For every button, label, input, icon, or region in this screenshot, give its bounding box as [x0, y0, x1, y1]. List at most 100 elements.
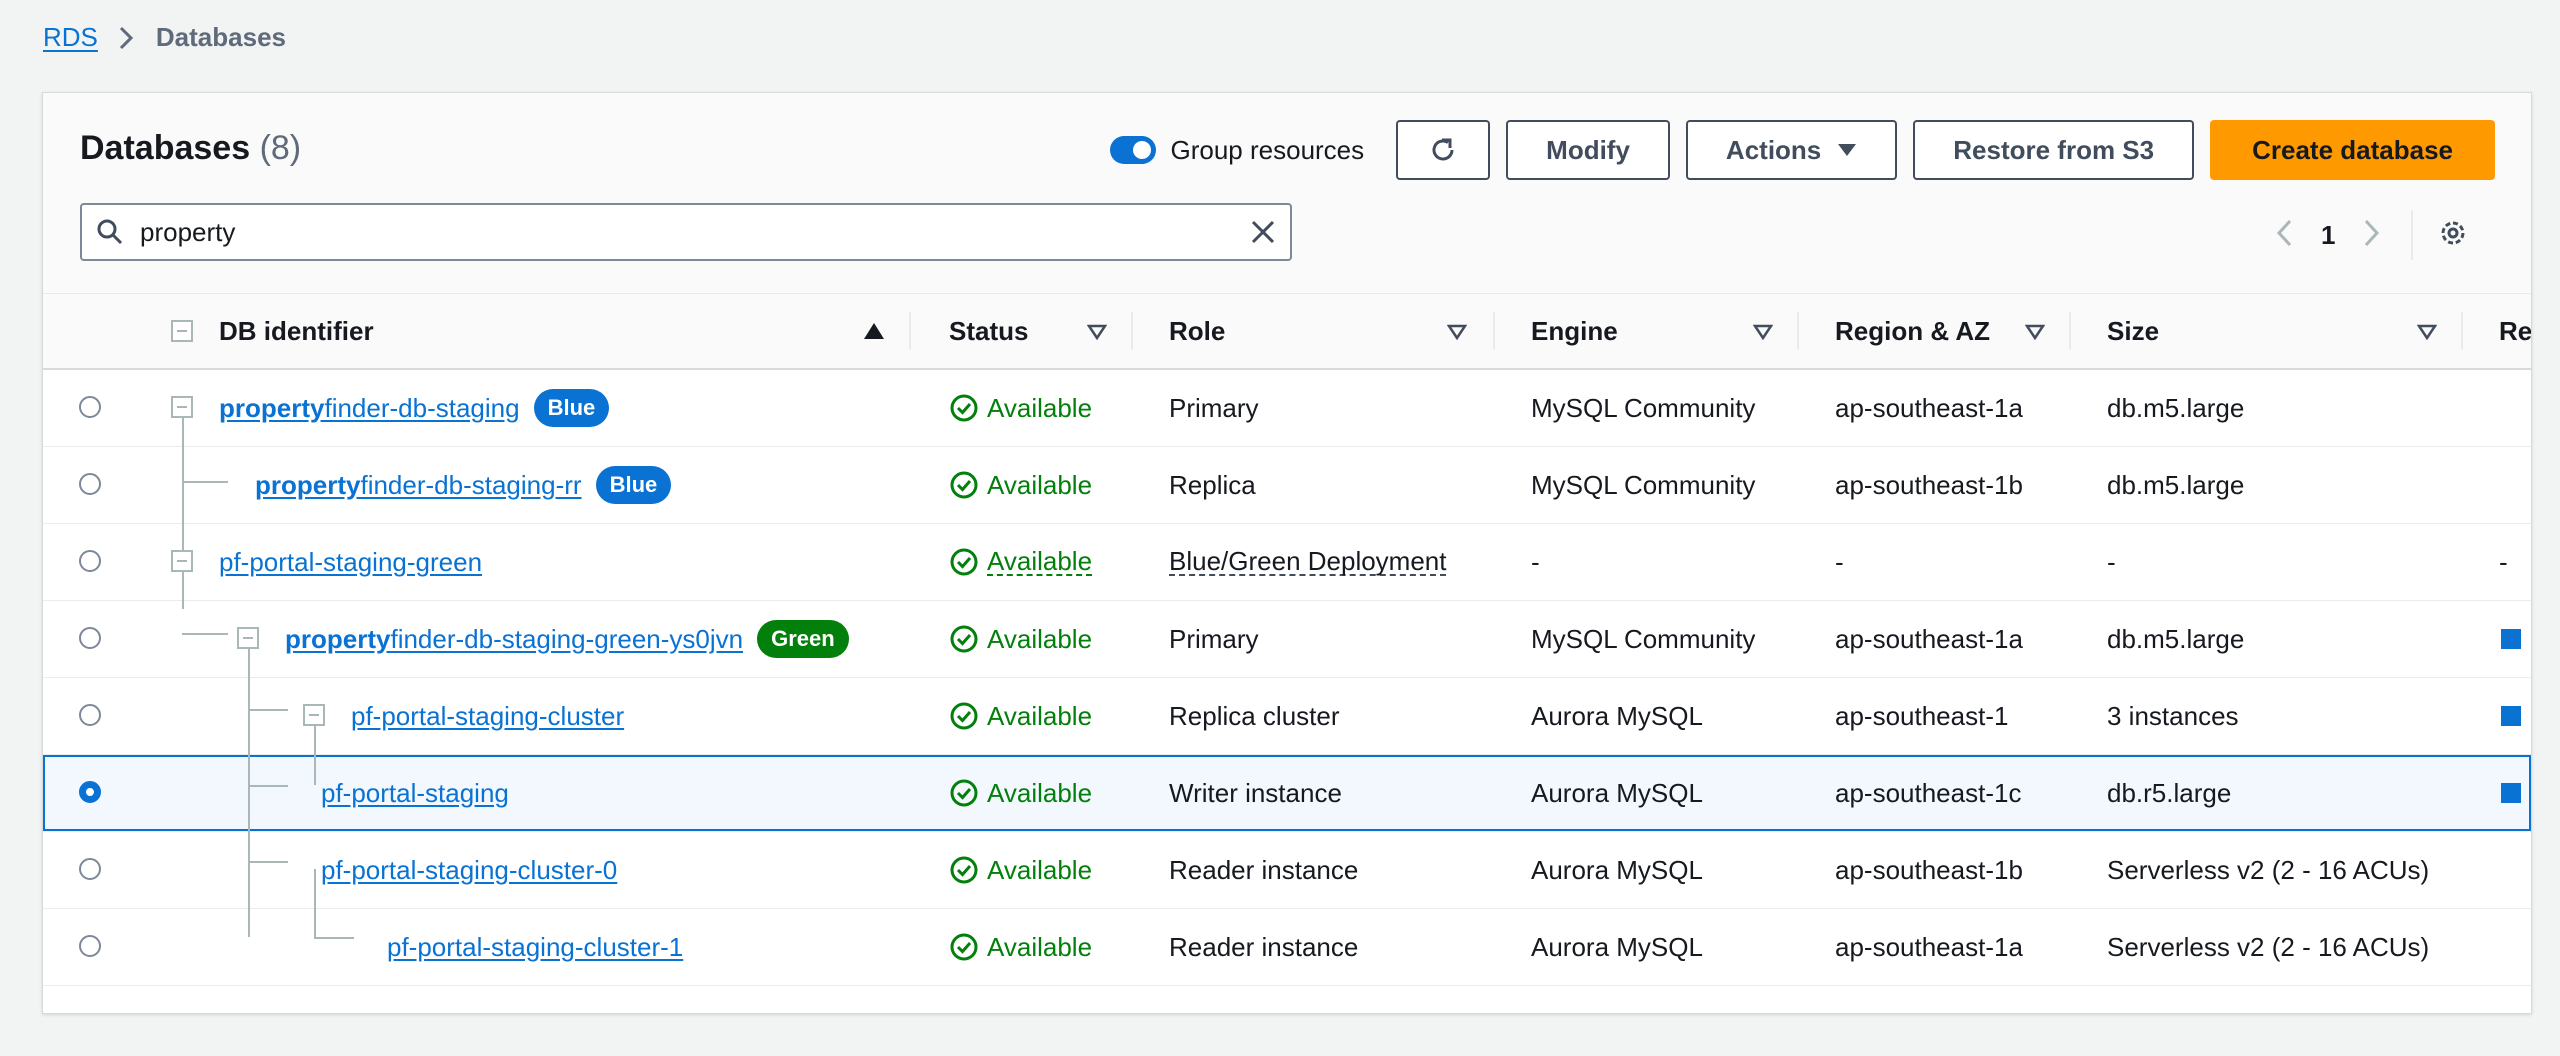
- check-circle-icon: [949, 393, 979, 423]
- gear-icon[interactable]: [2437, 217, 2469, 254]
- db-identifier-link[interactable]: propertyfinder-db-staging-green-ys0jvn: [285, 624, 743, 655]
- role-cell: Primary: [1169, 392, 1259, 423]
- db-identifier-link[interactable]: pf-portal-staging: [321, 778, 509, 809]
- sort-icon[interactable]: [2024, 324, 2046, 345]
- column-separator: [1797, 312, 1799, 350]
- databases-count: (8): [259, 129, 302, 167]
- region-cell: ap-southeast-1c: [1835, 777, 2022, 808]
- db-identifier-cell: propertyfinder-db-staging-rr Blue: [255, 447, 672, 523]
- db-identifier-cell: pf-portal-staging-cluster-1: [387, 909, 683, 985]
- search-field[interactable]: [80, 203, 1292, 261]
- table-row[interactable]: pf-portal-staging-green Available Blue/G…: [43, 524, 2531, 601]
- extra-cell: -: [2499, 546, 2508, 577]
- column-header-status[interactable]: Status: [949, 294, 1028, 368]
- column-header-db-identifier[interactable]: DB identifier: [219, 294, 374, 368]
- db-identifier-link[interactable]: propertyfinder-db-staging-rr: [255, 470, 582, 501]
- region-cell: ap-southeast-1a: [1835, 931, 2023, 962]
- status-cell: Available: [949, 370, 1092, 446]
- role-cell: Reader instance: [1169, 931, 1359, 962]
- create-database-button[interactable]: Create database: [2210, 120, 2495, 180]
- role-cell[interactable]: Blue/Green Deployment: [1169, 524, 1447, 600]
- db-identifier-link[interactable]: propertyfinder-db-staging: [219, 393, 520, 424]
- deployment-badge: Green: [757, 620, 849, 658]
- status-square-icon: [2501, 629, 2521, 649]
- column-separator: [909, 312, 911, 350]
- status-cell: Available: [949, 755, 1092, 831]
- breadcrumb-rds-link[interactable]: RDS: [43, 22, 98, 53]
- refresh-icon: [1432, 138, 1454, 161]
- status-cell: Available: [949, 601, 1092, 677]
- modify-button[interactable]: Modify: [1506, 120, 1670, 180]
- status-cell[interactable]: Available: [949, 524, 1093, 600]
- db-identifier-cell: propertyfinder-db-staging Blue: [219, 370, 610, 446]
- table-row-selected[interactable]: pf-portal-staging Available Writer insta…: [43, 755, 2531, 832]
- row-radio[interactable]: [79, 473, 101, 495]
- sort-icon[interactable]: [2416, 324, 2438, 345]
- column-header-engine[interactable]: Engine: [1531, 294, 1618, 368]
- breadcrumb: RDS Databases: [43, 22, 286, 53]
- region-cell: -: [1835, 546, 1844, 577]
- sort-icon[interactable]: [1446, 324, 1468, 345]
- sort-icon[interactable]: [1752, 324, 1774, 345]
- refresh-button[interactable]: [1396, 120, 1491, 180]
- sort-icon[interactable]: [1086, 324, 1108, 345]
- toolbar: Group resources Modify Actions Restore f…: [1109, 120, 2495, 180]
- group-resources-toggle[interactable]: [1109, 136, 1156, 164]
- extra-cell: [2501, 601, 2521, 677]
- collapse-icon[interactable]: [303, 704, 325, 726]
- pagination: 1: [2275, 210, 2469, 260]
- row-radio-checked[interactable]: [79, 781, 101, 803]
- size-cell: -: [2107, 546, 2116, 577]
- chevron-right-icon[interactable]: [2363, 218, 2381, 253]
- close-icon[interactable]: [1250, 219, 1276, 245]
- db-identifier-link[interactable]: pf-portal-staging-green: [219, 547, 482, 578]
- row-radio[interactable]: [79, 704, 101, 726]
- table-row[interactable]: propertyfinder-db-staging-rr Blue Availa…: [43, 447, 2531, 524]
- column-separator: [1493, 312, 1495, 350]
- row-radio[interactable]: [79, 858, 101, 880]
- column-separator: [1131, 312, 1133, 350]
- column-header-role[interactable]: Role: [1169, 294, 1225, 368]
- column-header-region[interactable]: Region & AZ: [1835, 294, 1990, 368]
- check-circle-icon: [949, 855, 979, 885]
- collapse-all-icon[interactable]: [171, 320, 193, 342]
- table-row[interactable]: pf-portal-staging-cluster-0 Available Re…: [43, 832, 2531, 909]
- collapse-icon[interactable]: [171, 396, 193, 418]
- group-resources-toggle-wrap[interactable]: Group resources: [1109, 135, 1364, 166]
- table-row[interactable]: pf-portal-staging-cluster Available Repl…: [43, 678, 2531, 755]
- breadcrumb-current: Databases: [155, 22, 286, 52]
- chevron-left-icon[interactable]: [2275, 218, 2293, 253]
- search-input[interactable]: [138, 215, 1250, 249]
- size-cell: db.m5.large: [2107, 623, 2245, 654]
- engine-cell: Aurora MySQL: [1531, 854, 1703, 885]
- collapse-icon[interactable]: [237, 627, 259, 649]
- restore-from-s3-button[interactable]: Restore from S3: [1913, 120, 2195, 180]
- row-radio[interactable]: [79, 396, 101, 418]
- actions-button[interactable]: Actions: [1685, 120, 1898, 180]
- db-identifier-link[interactable]: pf-portal-staging-cluster: [351, 701, 624, 732]
- databases-table: DB identifier Status Role Engine Region …: [43, 293, 2531, 986]
- size-cell: Serverless v2 (2 - 16 ACUs): [2107, 854, 2430, 885]
- size-cell: db.m5.large: [2107, 392, 2245, 423]
- table-row[interactable]: propertyfinder-db-staging Blue Available…: [43, 370, 2531, 447]
- size-cell: 3 instances: [2107, 700, 2239, 731]
- page-number[interactable]: 1: [2321, 220, 2335, 251]
- caret-down-icon: [1837, 143, 1857, 157]
- deployment-badge: Blue: [595, 466, 672, 504]
- deployment-badge: Blue: [533, 389, 610, 427]
- collapse-icon[interactable]: [171, 550, 193, 572]
- db-identifier-link[interactable]: pf-portal-staging-cluster-0: [321, 855, 617, 886]
- table-row[interactable]: pf-portal-staging-cluster-1 Available Re…: [43, 909, 2531, 986]
- row-radio[interactable]: [79, 935, 101, 957]
- sort-ascending-icon[interactable]: [863, 322, 885, 345]
- chevron-right-icon: [118, 25, 134, 51]
- region-cell: ap-southeast-1b: [1835, 469, 2023, 500]
- row-radio[interactable]: [79, 550, 101, 572]
- row-radio[interactable]: [79, 627, 101, 649]
- column-header-truncated[interactable]: Re: [2499, 294, 2531, 368]
- size-cell: db.m5.large: [2107, 469, 2245, 500]
- db-identifier-link[interactable]: pf-portal-staging-cluster-1: [387, 932, 683, 963]
- table-row[interactable]: propertyfinder-db-staging-green-ys0jvn G…: [43, 601, 2531, 678]
- column-header-size[interactable]: Size: [2107, 294, 2159, 368]
- status-cell: Available: [949, 447, 1092, 523]
